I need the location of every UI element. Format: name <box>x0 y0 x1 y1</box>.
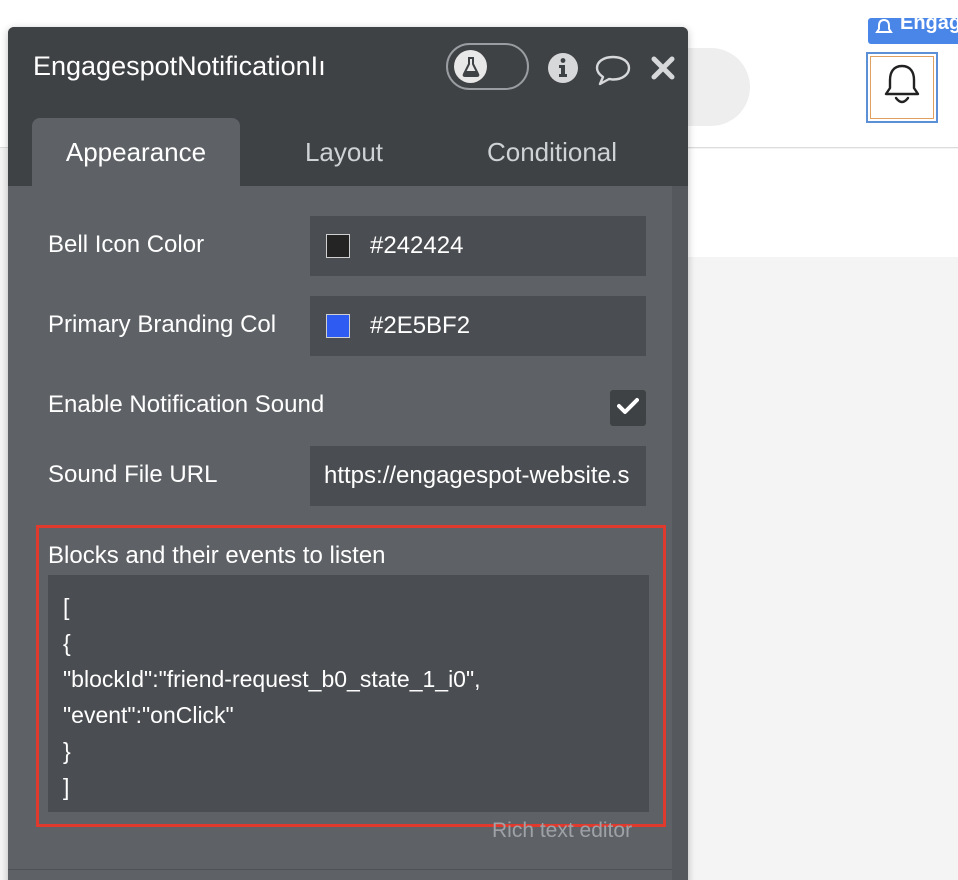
rich-text-editor-link[interactable]: Rich text editor <box>492 819 632 843</box>
code-line: "event":"onClick" <box>63 702 234 728</box>
blocks-events-label: Blocks and their events to listen <box>48 542 386 569</box>
code-line: } <box>63 738 71 764</box>
code-line: "blockId":"friend-request_b0_state_1_i0"… <box>63 666 481 692</box>
code-line: { <box>63 630 71 656</box>
flask-icon <box>454 50 487 83</box>
tab-bar: Appearance Layout Conditional <box>8 104 688 186</box>
tab-conditional[interactable]: Conditional <box>448 118 656 186</box>
code-line: ] <box>63 774 70 800</box>
bell-icon-color-label: Bell Icon Color <box>48 231 205 258</box>
tab-appearance[interactable]: Appearance <box>32 118 240 186</box>
enable-sound-checkbox[interactable] <box>610 390 646 426</box>
checkmark-icon <box>617 397 639 420</box>
close-icon[interactable] <box>648 53 678 83</box>
primary-branding-color-field[interactable]: #2E5BF2 <box>310 296 646 356</box>
sound-file-url-label: Sound File URL <box>48 461 218 488</box>
element-name-tag[interactable]: Engag <box>868 18 958 44</box>
info-icon[interactable] <box>546 51 580 85</box>
sound-file-url-input[interactable]: https://engagespot-website.s <box>310 446 646 506</box>
blocks-events-editor[interactable]: [ { "blockId":"friend-request_b0_state_1… <box>48 575 649 812</box>
code-line: [ <box>63 594 70 620</box>
blocks-events-section: Blocks and their events to listen [ { "b… <box>36 525 666 827</box>
panel-title: EngagespotNotificationIı <box>33 51 326 81</box>
bell-icon-color-value: #242424 <box>370 232 464 259</box>
divider <box>8 869 672 870</box>
panel-header: EngagespotNotificationIı <box>8 27 688 104</box>
panel-scrollbar[interactable] <box>672 186 688 880</box>
primary-branding-color-value: #2E5BF2 <box>370 312 471 339</box>
comment-icon[interactable] <box>594 53 632 87</box>
bell-icon-color-field[interactable]: #242424 <box>310 216 646 276</box>
primary-branding-color-label: Primary Branding Col <box>48 311 277 338</box>
color-swatch[interactable] <box>326 314 350 338</box>
tab-layout[interactable]: Layout <box>264 118 424 186</box>
test-mode-toggle[interactable] <box>446 43 529 90</box>
bell-icon <box>874 18 896 36</box>
sound-file-url-value: https://engagespot-website.s <box>324 462 630 489</box>
property-editor-panel: EngagespotNotificationIı Appearance Layo… <box>8 27 688 880</box>
notification-bell-element[interactable] <box>866 52 938 123</box>
color-swatch[interactable] <box>326 234 350 258</box>
enable-sound-label: Enable Notification Sound <box>48 391 325 418</box>
element-name-tag-text: Engag <box>900 18 958 34</box>
